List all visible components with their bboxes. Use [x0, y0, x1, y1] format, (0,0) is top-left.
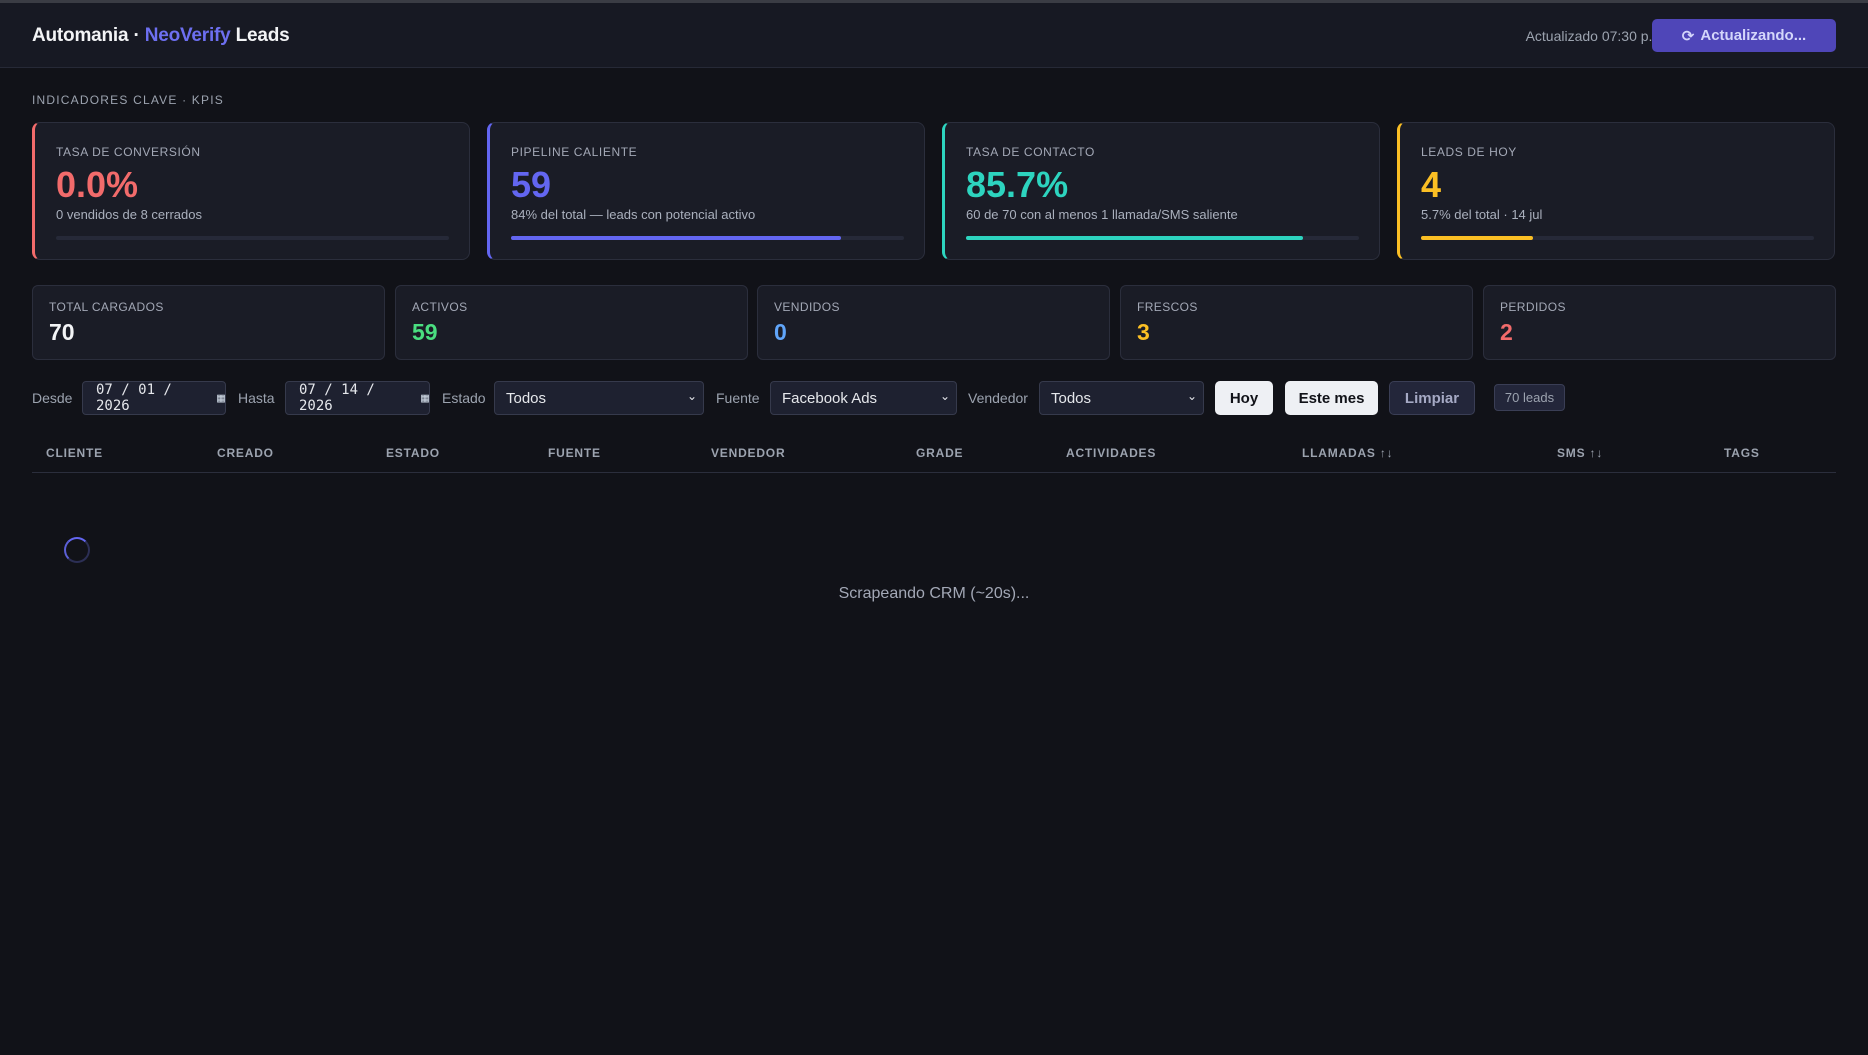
- calendar-icon[interactable]: ▦: [421, 391, 429, 406]
- column-header-estado[interactable]: ESTADO: [386, 446, 440, 460]
- kpi-value: 0.0%: [56, 164, 139, 205]
- column-header-cliente[interactable]: CLIENTE: [46, 446, 103, 460]
- kpi-subtext: 0 vendidos de 8 cerrados: [56, 207, 202, 222]
- hasta-date-value: 07 / 14 / 2026: [299, 382, 375, 414]
- estado-label: Estado: [442, 390, 486, 406]
- fuente-select[interactable]: Facebook Ads ⌄: [770, 381, 957, 415]
- column-header-llamadas[interactable]: LLAMADAS ↑↓: [1302, 446, 1393, 460]
- chevron-down-icon: ⌄: [1186, 389, 1197, 403]
- fuente-label: Fuente: [716, 390, 760, 406]
- kpi-subtext: 60 de 70 con al menos 1 llamada/SMS sali…: [966, 207, 1238, 222]
- brand-prefix: Automania ·: [32, 25, 140, 46]
- kpi-label: TASA DE CONVERSIÓN: [56, 145, 201, 159]
- kpi-section-label: INDICADORES CLAVE · KPIS: [32, 93, 224, 107]
- refresh-button-label: Actualizando...: [1700, 27, 1807, 44]
- hasta-date-input[interactable]: 07 / 14 / 2026 ▦: [285, 381, 430, 415]
- stat-value: 3: [1137, 319, 1150, 345]
- leads-count-badge: 70 leads: [1494, 384, 1565, 411]
- kpi-progress-track: [1421, 236, 1814, 240]
- kpi-progress-fill: [511, 236, 842, 240]
- kpi-progress-fill: [1421, 236, 1533, 240]
- column-header-creado[interactable]: CREADO: [217, 446, 274, 460]
- kpi-label: TASA DE CONTACTO: [966, 145, 1095, 159]
- vendedor-select-value: Todos: [1051, 390, 1092, 407]
- app-title: Automania · NeoVerify Leads: [32, 25, 290, 47]
- stat-label: TOTAL CARGADOS: [49, 300, 164, 314]
- stat-value: 59: [412, 319, 438, 345]
- stat-value: 0: [774, 319, 787, 345]
- vendedor-label: Vendedor: [968, 390, 1028, 406]
- column-header-fuente[interactable]: FUENTE: [548, 446, 601, 460]
- loading-message: Scrapeando CRM (~20s)...: [838, 585, 1030, 602]
- desde-date-input[interactable]: 07 / 01 / 2026 ▦: [82, 381, 226, 415]
- kpi-progress-track: [56, 236, 449, 240]
- app-header: Automania · NeoVerify Leads Actualizado …: [0, 3, 1868, 68]
- stat-perdidos: PERDIDOS 2: [1483, 285, 1836, 360]
- stat-activos: ACTIVOS 59: [395, 285, 748, 360]
- kpi-value: 4: [1421, 164, 1442, 205]
- vendedor-select[interactable]: Todos ⌄: [1039, 381, 1204, 415]
- kpi-card-pipeline: PIPELINE CALIENTE 59 84% del total — lea…: [487, 122, 925, 260]
- kpi-card-conversion: TASA DE CONVERSIÓN 0.0% 0 vendidos de 8 …: [32, 122, 470, 260]
- kpi-value: 85.7%: [966, 164, 1069, 205]
- stat-frescos: FRESCOS 3: [1120, 285, 1473, 360]
- chevron-down-icon: ⌄: [686, 389, 697, 403]
- kpi-card-leads-today: LEADS DE HOY 4 5.7% del total · 14 jul: [1397, 122, 1835, 260]
- refresh-button[interactable]: ⟳ Actualizando...: [1652, 19, 1836, 52]
- brand-suffix: Leads: [235, 25, 290, 46]
- estado-select[interactable]: Todos ⌄: [494, 381, 704, 415]
- desde-date-value: 07 / 01 / 2026: [96, 382, 172, 414]
- desde-label: Desde: [32, 390, 73, 406]
- kpi-label: LEADS DE HOY: [1421, 145, 1517, 159]
- hoy-button[interactable]: Hoy: [1215, 381, 1273, 415]
- loading-spinner-icon: [64, 537, 90, 563]
- kpi-subtext: 5.7% del total · 14 jul: [1421, 207, 1543, 222]
- column-header-actividades[interactable]: ACTIVIDADES: [1066, 446, 1156, 460]
- stat-label: FRESCOS: [1137, 300, 1198, 314]
- hasta-label: Hasta: [238, 390, 275, 406]
- stat-vendidos: VENDIDOS 0: [757, 285, 1110, 360]
- stat-label: PERDIDOS: [1500, 300, 1566, 314]
- limpiar-button[interactable]: Limpiar: [1389, 381, 1475, 415]
- fuente-select-value: Facebook Ads: [782, 390, 878, 407]
- stat-total-cargados: TOTAL CARGADOS 70: [32, 285, 385, 360]
- stat-value: 2: [1500, 319, 1513, 345]
- refresh-icon: ⟳: [1681, 27, 1695, 45]
- last-updated-text: Actualizado 07:30 p.m.: [1525, 28, 1668, 44]
- kpi-value: 59: [511, 164, 552, 205]
- kpi-label: PIPELINE CALIENTE: [511, 145, 638, 159]
- kpi-card-contact-rate: TASA DE CONTACTO 85.7% 60 de 70 con al m…: [942, 122, 1380, 260]
- kpi-progress-track: [966, 236, 1359, 240]
- stat-value: 70: [49, 319, 75, 345]
- column-header-vendedor[interactable]: VENDEDOR: [711, 446, 785, 460]
- este-mes-button[interactable]: Este mes: [1285, 381, 1378, 415]
- kpi-subtext: 84% del total — leads con potencial acti…: [511, 207, 756, 222]
- estado-select-value: Todos: [506, 390, 547, 407]
- column-header-tags[interactable]: TAGS: [1724, 446, 1760, 460]
- column-header-grade[interactable]: GRADE: [916, 446, 963, 460]
- stat-label: VENDIDOS: [774, 300, 840, 314]
- chevron-down-icon: ⌄: [939, 389, 950, 403]
- table-header: CLIENTE CREADO ESTADO FUENTE VENDEDOR GR…: [32, 437, 1836, 473]
- calendar-icon[interactable]: ▦: [217, 391, 225, 406]
- stat-label: ACTIVOS: [412, 300, 468, 314]
- brand-accent: NeoVerify: [144, 25, 231, 46]
- kpi-progress-track: [511, 236, 904, 240]
- column-header-sms[interactable]: SMS ↑↓: [1557, 446, 1603, 460]
- kpi-progress-fill: [966, 236, 1303, 240]
